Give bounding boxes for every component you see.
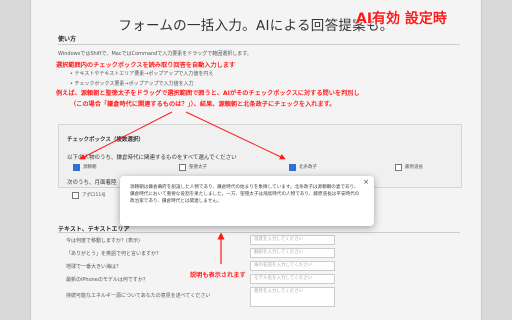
text-input[interactable]: 翻訳を入力してください [250, 248, 335, 258]
annotation-note: 説明も表示されます [190, 272, 246, 279]
checkbox-option-1[interactable] [179, 164, 186, 171]
usage-bullet: • チェックボックス要素→ポップアップで入力値を入力 [70, 81, 194, 87]
form-row-label: 「ありがとう」を英語で何と言いますか？ [66, 251, 162, 257]
usage-bullet: • テキストやテキストエリア要素→ポップアップで入力値を円え [70, 71, 214, 77]
checkbox-option-2[interactable] [289, 164, 296, 171]
text-input[interactable]: モデル名を入力してください [250, 274, 335, 284]
checkbox-label: アポロ11号 [82, 193, 106, 198]
question-1: 以下の人物のうち、鎌倉時代に関連するものをすべて選んでください [67, 155, 237, 161]
divider [58, 232, 460, 233]
form-row-label: 持続可能なエネルギー源についてあなたの意見を述べてください [66, 293, 211, 299]
form-row-label: 今は何度で移動しますか？(表示) [66, 238, 140, 244]
question-2: 次のうち、月面着陸 [67, 180, 117, 186]
annotation-note: 例えば、源頼朝と聖徳太子をドラッグで選択範囲で囲うと、AIがそのチェックボックス… [56, 90, 360, 97]
form-row-label: 地球で一番大きい海は？ [66, 264, 122, 270]
checkbox-label: 聖徳太子 [189, 165, 207, 170]
usage-heading: 使い方 [58, 36, 77, 43]
checkbox-apollo[interactable] [72, 192, 79, 199]
text-input[interactable]: 温度を入力してください [250, 235, 335, 245]
checkbox-option-0[interactable] [73, 164, 80, 171]
ai-explanation-popup: 源頼朝は鎌倉幕府を創設した人物であり、鎌倉時代の始まりを象徴しています。北条政子… [120, 176, 374, 226]
checkbox-label: 北条政子 [299, 165, 317, 170]
divider [58, 44, 460, 45]
close-icon[interactable]: × [363, 178, 369, 186]
panel-title: チェックボックス（複数選択） [67, 137, 144, 143]
text-input[interactable]: 海の名前を入力してください [250, 261, 335, 271]
usage-line: WindowsではShiftで、MacではCommandで入力要素をドラッグで範… [58, 51, 252, 57]
ai-enabled-badge: AI有効 設定時 [356, 11, 447, 27]
ai-explanation-text: 源頼朝は鎌倉幕府を創設した人物であり、鎌倉時代の始まりを象徴しています。北条政子… [130, 185, 360, 205]
annotation-note: （この場合「鎌倉時代に関連するものは？」）、結果、源頼朝と北条政子にチェックを入… [70, 101, 336, 108]
textarea-input[interactable]: 意見を入力してください [250, 287, 335, 307]
checkbox-option-3[interactable] [395, 164, 402, 171]
annotation-note: 選択範囲内のチェックボックスを読み取り回答を自動入力します [56, 62, 236, 69]
form-row-label: 最新のiPhoneのモデルは何ですか？ [66, 277, 148, 283]
checkbox-label: 源頼朝 [83, 165, 97, 170]
checkbox-label: 藤原道長 [405, 165, 423, 170]
